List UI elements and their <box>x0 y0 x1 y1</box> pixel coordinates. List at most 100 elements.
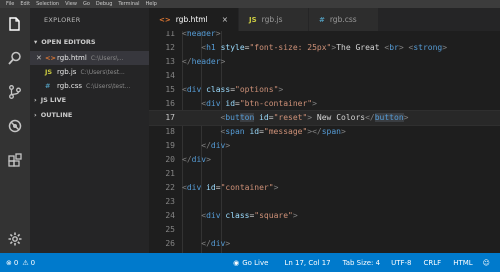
line-number: 18 <box>165 127 175 136</box>
file-name: rgb.css <box>57 82 83 90</box>
broadcast-icon[interactable]: ◉ <box>233 259 239 267</box>
code-text: <button id="reset"> New Colors</button> <box>220 113 409 122</box>
file-name: rgb.html <box>57 54 87 62</box>
source-control-icon[interactable] <box>7 84 23 100</box>
line-number: 16 <box>165 99 175 108</box>
code-line[interactable]: 22 <div id="container"> <box>149 181 500 195</box>
files-icon[interactable] <box>7 16 23 32</box>
code-line[interactable]: 13 </header> <box>149 55 500 69</box>
code-text: <div id="container"> <box>182 183 279 192</box>
code-text: <div class="square"> <box>201 211 298 220</box>
js-live-label: JS LIVE <box>40 96 67 104</box>
open-editors-label: OPEN EDITORS <box>41 38 96 46</box>
code-line[interactable]: 21 <box>149 167 500 181</box>
line-number: 12 <box>165 43 175 52</box>
open-editor-item[interactable]: # rgb.css C:\Users\test... <box>30 79 149 93</box>
menu-item[interactable]: View <box>65 1 77 7</box>
open-editors-section[interactable]: ▾ OPEN EDITORS <box>34 38 96 46</box>
file-type-icon: <> <box>159 15 171 24</box>
menu-item[interactable]: File <box>6 1 14 7</box>
close-icon[interactable]: ✕ <box>36 54 45 62</box>
code-line[interactable]: 16 <div id="btn-container"> <box>149 97 500 111</box>
errors-icon[interactable]: ⊗ <box>6 259 12 267</box>
editor-tabs: <> rgb.html × JS rgb.js # rgb.css <box>149 8 500 31</box>
code-text: </div> <box>201 141 231 150</box>
line-number: 14 <box>165 71 175 80</box>
open-editor-item[interactable]: JS rgb.js C:\Users\test... <box>30 65 149 79</box>
code-line[interactable]: 25 <box>149 223 500 237</box>
editor-tab[interactable]: JS rgb.js <box>238 8 309 31</box>
search-icon[interactable] <box>7 50 23 66</box>
chevron-right-icon: › <box>34 111 37 119</box>
code-text: </div> <box>201 239 231 248</box>
line-number: 23 <box>165 197 175 206</box>
chevron-down-icon: ▾ <box>34 38 38 46</box>
explorer-title: EXPLORER <box>44 16 81 24</box>
code-text: <header> <box>182 31 221 38</box>
code-line[interactable]: 20 </div> <box>149 153 500 167</box>
tab-label: rgb.html <box>175 15 208 24</box>
outline-section[interactable]: › OUTLINE <box>34 111 72 119</box>
cursor-position[interactable]: Ln 17, Col 17 <box>284 259 330 267</box>
tab-label: rgb.css <box>329 15 357 24</box>
tab-label: rgb.js <box>261 15 283 24</box>
code-line[interactable]: 19 </div> <box>149 139 500 153</box>
line-number: 11 <box>165 31 175 38</box>
code-line[interactable]: 26 </div> <box>149 237 500 251</box>
menu-item[interactable]: Terminal <box>118 1 139 7</box>
warning-icon[interactable]: ⚠ <box>22 259 28 267</box>
extensions-icon[interactable] <box>7 152 23 168</box>
code-text: <div class="options"> <box>182 85 284 94</box>
code-line[interactable]: 23 <box>149 195 500 209</box>
line-ending[interactable]: CRLF <box>424 259 442 267</box>
explorer-sidebar: EXPLORER ▾ OPEN EDITORS ✕ <> rgb.html C:\Us… <box>30 8 149 253</box>
menu-item[interactable]: Edit <box>20 1 30 7</box>
file-type-icon: <> <box>45 54 56 62</box>
outline-label: OUTLINE <box>40 111 73 119</box>
code-text: <span id="message"></span> <box>220 127 346 136</box>
encoding[interactable]: UTF-8 <box>391 259 411 267</box>
debug-icon[interactable] <box>7 118 23 134</box>
file-type-icon: JS <box>45 68 53 76</box>
line-number: 26 <box>165 239 175 248</box>
menu-item[interactable]: Selection <box>36 1 59 7</box>
close-icon[interactable]: × <box>222 15 228 24</box>
line-number: 17 <box>165 113 175 122</box>
settings-gear-icon[interactable] <box>7 231 23 247</box>
file-type-icon: JS <box>248 15 257 24</box>
file-path: C:\Users\test... <box>80 68 125 76</box>
editor-tab[interactable]: # rgb.css <box>308 8 379 31</box>
js-live-section[interactable]: › JS LIVE <box>34 96 66 104</box>
line-number: 21 <box>165 169 175 178</box>
menu-item[interactable]: Help <box>146 1 157 7</box>
warning-count[interactable]: 0 <box>31 259 35 267</box>
line-number: 20 <box>165 155 175 164</box>
code-text: <h1 style="font-size: 25px">The Great <b… <box>201 43 448 52</box>
go-live-button[interactable]: Go Live <box>242 259 268 267</box>
file-type-icon: # <box>45 82 51 90</box>
code-line[interactable]: 12 <h1 style="font-size: 25px">The Great… <box>149 41 500 55</box>
error-count[interactable]: 0 <box>14 259 18 267</box>
code-text: </header> <box>182 57 226 66</box>
code-line[interactable]: 11 <header> <box>149 31 500 41</box>
line-number: 15 <box>165 85 175 94</box>
line-number: 22 <box>165 183 175 192</box>
file-path: C:\Users\... <box>90 54 124 62</box>
code-line[interactable]: 14 <box>149 69 500 83</box>
code-text: <div id="btn-container"> <box>201 99 317 108</box>
chevron-right-icon: › <box>34 96 37 104</box>
menu-item[interactable]: Go <box>83 1 90 7</box>
menu-item[interactable]: Debug <box>96 1 112 7</box>
language-mode[interactable]: HTML <box>453 259 472 267</box>
open-editor-item[interactable]: ✕ <> rgb.html C:\Users\... <box>30 51 149 65</box>
code-line[interactable]: 15 <div class="options"> <box>149 83 500 97</box>
code-line[interactable]: 18 <span id="message"></span> <box>149 125 500 139</box>
feedback-icon[interactable]: ☺ <box>483 259 490 267</box>
file-name: rgb.js <box>57 68 77 76</box>
tab-size[interactable]: Tab Size: 4 <box>343 259 380 267</box>
code-editor[interactable]: 11 <header> 12 <h1 style="font-size: 25px"… <box>149 31 500 253</box>
status-bar: ⊗ 0 ⚠ 0 ◉ Go Live Ln 17, Col 17 Tab Size… <box>0 253 500 272</box>
code-line[interactable]: 24 <div class="square"> <box>149 209 500 223</box>
editor-tab[interactable]: <> rgb.html × <box>149 8 239 31</box>
code-line[interactable]: 17 <button id="reset"> New Colors</butto… <box>149 110 500 126</box>
